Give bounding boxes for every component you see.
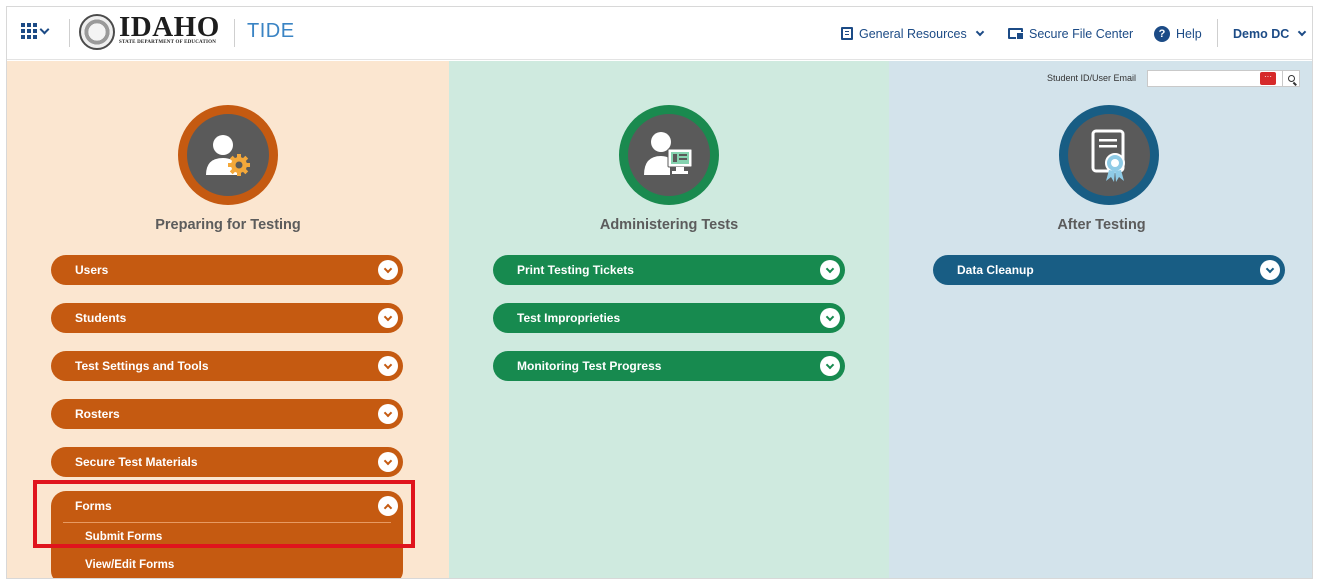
app-name: TIDE xyxy=(247,20,295,42)
chevron-down-icon xyxy=(825,312,835,321)
divider xyxy=(69,19,70,47)
administering-tests-column: Administering Tests Print Testing Ticket… xyxy=(449,61,889,578)
pill-label: Test Improprieties xyxy=(517,311,621,325)
expand-toggle[interactable] xyxy=(378,260,398,280)
students-menu-button[interactable]: Students xyxy=(51,303,403,333)
chevron-down-icon xyxy=(383,456,393,465)
student-search-input[interactable] xyxy=(1147,70,1299,87)
pill-label: Monitoring Test Progress xyxy=(517,359,662,373)
certificate-icon xyxy=(1059,105,1159,205)
tide-home: IDAHO STATE DEPARTMENT OF EDUCATION TIDE… xyxy=(6,6,1313,579)
user-monitor-icon xyxy=(619,105,719,205)
search-button[interactable] xyxy=(1282,70,1300,87)
expand-toggle[interactable] xyxy=(378,404,398,424)
test-improprieties-menu-button[interactable]: Test Improprieties xyxy=(493,303,845,333)
secure-file-center-link[interactable]: Secure File Center xyxy=(1008,7,1133,60)
view-edit-forms-link[interactable]: View/Edit Forms xyxy=(85,559,174,571)
chevron-down-icon xyxy=(39,24,50,34)
pill-label: Test Settings and Tools xyxy=(75,359,209,373)
expand-toggle[interactable] xyxy=(1260,260,1280,280)
apps-menu-button[interactable] xyxy=(21,23,50,39)
administering-title: Administering Tests xyxy=(599,217,739,233)
expand-toggle[interactable] xyxy=(378,452,398,472)
chevron-down-icon xyxy=(383,360,393,369)
general-resources-label: General Resources xyxy=(859,26,967,41)
expand-toggle[interactable] xyxy=(820,260,840,280)
expand-toggle[interactable] xyxy=(378,356,398,376)
logo-main-text: IDAHO xyxy=(119,11,220,43)
user-name: Demo DC xyxy=(1233,26,1290,41)
pill-label: Print Testing Tickets xyxy=(517,263,634,277)
secure-test-materials-menu-button[interactable]: Secure Test Materials xyxy=(51,447,403,477)
chevron-down-icon xyxy=(825,360,835,369)
rosters-menu-button[interactable]: Rosters xyxy=(51,399,403,429)
idaho-logo[interactable]: IDAHO STATE DEPARTMENT OF EDUCATION xyxy=(119,11,220,45)
chevron-down-icon xyxy=(825,264,835,273)
divider xyxy=(1217,19,1218,47)
logo-sub-text: STATE DEPARTMENT OF EDUCATION xyxy=(119,40,217,45)
general-resources-menu[interactable]: General Resources xyxy=(841,7,984,60)
chevron-down-icon xyxy=(975,27,984,36)
chevron-down-icon xyxy=(1265,264,1275,273)
user-gear-icon xyxy=(178,105,278,205)
search-icon xyxy=(1287,75,1295,82)
help-label: Help xyxy=(1176,26,1202,41)
chevron-down-icon xyxy=(383,264,393,273)
chevron-down-icon xyxy=(1298,27,1307,36)
search-label: Student ID/User Email xyxy=(1047,73,1137,83)
pill-label: Data Cleanup xyxy=(957,263,1034,277)
header: IDAHO STATE DEPARTMENT OF EDUCATION TIDE… xyxy=(7,7,1312,60)
chevron-down-icon xyxy=(383,408,393,417)
users-menu-button[interactable]: Users xyxy=(51,255,403,285)
secure-file-center-label: Secure File Center xyxy=(1029,26,1134,41)
print-testing-tickets-menu-button[interactable]: Print Testing Tickets xyxy=(493,255,845,285)
divider xyxy=(234,19,235,47)
help-icon: ? xyxy=(1154,25,1170,42)
monitoring-test-progress-menu-button[interactable]: Monitoring Test Progress xyxy=(493,351,845,381)
keyboard-icon[interactable]: ··· xyxy=(1260,72,1276,85)
state-seal-logo xyxy=(79,14,115,50)
pill-label: Users xyxy=(75,263,109,277)
help-link[interactable]: ? Help xyxy=(1154,7,1202,60)
pill-label: Secure Test Materials xyxy=(75,455,198,469)
apps-grid-icon xyxy=(21,23,37,39)
preparing-title: Preparing for Testing xyxy=(155,217,301,233)
expand-toggle[interactable] xyxy=(378,308,398,328)
data-cleanup-menu-button[interactable]: Data Cleanup xyxy=(933,255,1285,285)
pill-label: Rosters xyxy=(75,407,120,421)
folder-icon xyxy=(1008,28,1024,40)
test-settings-menu-button[interactable]: Test Settings and Tools xyxy=(51,351,403,381)
expand-toggle[interactable] xyxy=(820,308,840,328)
expand-toggle[interactable] xyxy=(820,356,840,376)
forms-highlight-box xyxy=(33,480,415,548)
user-menu[interactable]: Demo DC xyxy=(1233,7,1307,60)
after-title: After Testing xyxy=(1057,217,1146,233)
document-icon xyxy=(841,27,853,40)
chevron-down-icon xyxy=(383,312,393,321)
after-testing-column: Student ID/User Email ··· After Testing … xyxy=(889,61,1312,578)
pill-label: Students xyxy=(75,311,127,325)
